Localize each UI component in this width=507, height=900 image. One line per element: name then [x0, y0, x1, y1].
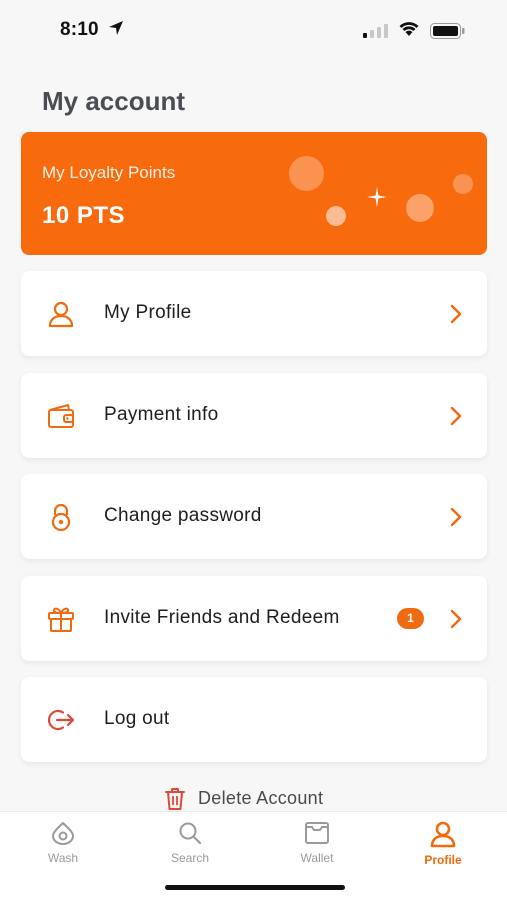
gift-icon: [48, 607, 74, 632]
decor-bubble: [406, 194, 434, 222]
tab-wash[interactable]: Wash: [18, 820, 108, 880]
wallet-icon: [48, 404, 74, 428]
user-icon: [430, 821, 456, 848]
tab-profile[interactable]: Profile: [398, 820, 488, 880]
menu-item-change-password[interactable]: Change password: [21, 474, 487, 559]
menu-item-label: Payment info: [104, 404, 219, 425]
chevron-right-icon: [450, 507, 462, 527]
menu-item-label: Change password: [104, 505, 262, 526]
tab-label: Wallet: [300, 851, 334, 865]
menu-item-log-out[interactable]: Log out: [21, 677, 487, 762]
search-icon: [179, 822, 202, 845]
notification-badge: 1: [397, 608, 424, 629]
lock-icon: [51, 503, 71, 532]
delete-account-label: Delete Account: [198, 788, 324, 808]
menu-item-label: My Profile: [104, 302, 192, 323]
menu-item-label: Log out: [104, 708, 170, 729]
wifi-icon: [399, 22, 419, 36]
sparkle-icon: [367, 187, 387, 207]
home-indicator: [165, 885, 345, 890]
battery-icon: [430, 23, 465, 39]
logout-icon: [47, 709, 75, 731]
chevron-right-icon: [450, 609, 462, 629]
status-time: 8:10: [60, 19, 99, 40]
menu-item-my-profile[interactable]: My Profile: [21, 271, 487, 356]
trash-icon: [165, 788, 185, 810]
cellular-signal-icon: [363, 24, 388, 38]
decor-bubble: [453, 174, 473, 194]
loyalty-points-value: 10 PTS: [42, 202, 126, 229]
chevron-right-icon: [450, 304, 462, 324]
decor-bubble: [289, 156, 324, 191]
tab-label: Search: [170, 851, 210, 865]
location-arrow-icon: [109, 21, 123, 35]
account-screen: 8:10 My account My Loyalty Points 10 PTS…: [0, 0, 507, 900]
page-title: My account: [42, 86, 186, 116]
chevron-right-icon: [450, 406, 462, 426]
tab-label: Wash: [47, 851, 79, 865]
loyalty-points-card[interactable]: My Loyalty Points 10 PTS: [21, 132, 487, 255]
status-bar: 8:10: [0, 0, 507, 60]
loyalty-points-label: My Loyalty Points: [42, 163, 176, 182]
menu-item-label: Invite Friends and Redeem: [104, 607, 340, 628]
decor-bubble: [326, 206, 346, 226]
tab-label: Profile: [424, 853, 462, 867]
user-icon: [48, 301, 74, 328]
drop-icon: [52, 822, 74, 845]
tab-wallet[interactable]: Wallet: [272, 820, 362, 880]
tab-search[interactable]: Search: [145, 820, 235, 880]
wallet-icon: [305, 822, 329, 844]
menu-item-payment-info[interactable]: Payment info: [21, 373, 487, 458]
menu-item-invite-friends[interactable]: Invite Friends and Redeem 1: [21, 576, 487, 661]
